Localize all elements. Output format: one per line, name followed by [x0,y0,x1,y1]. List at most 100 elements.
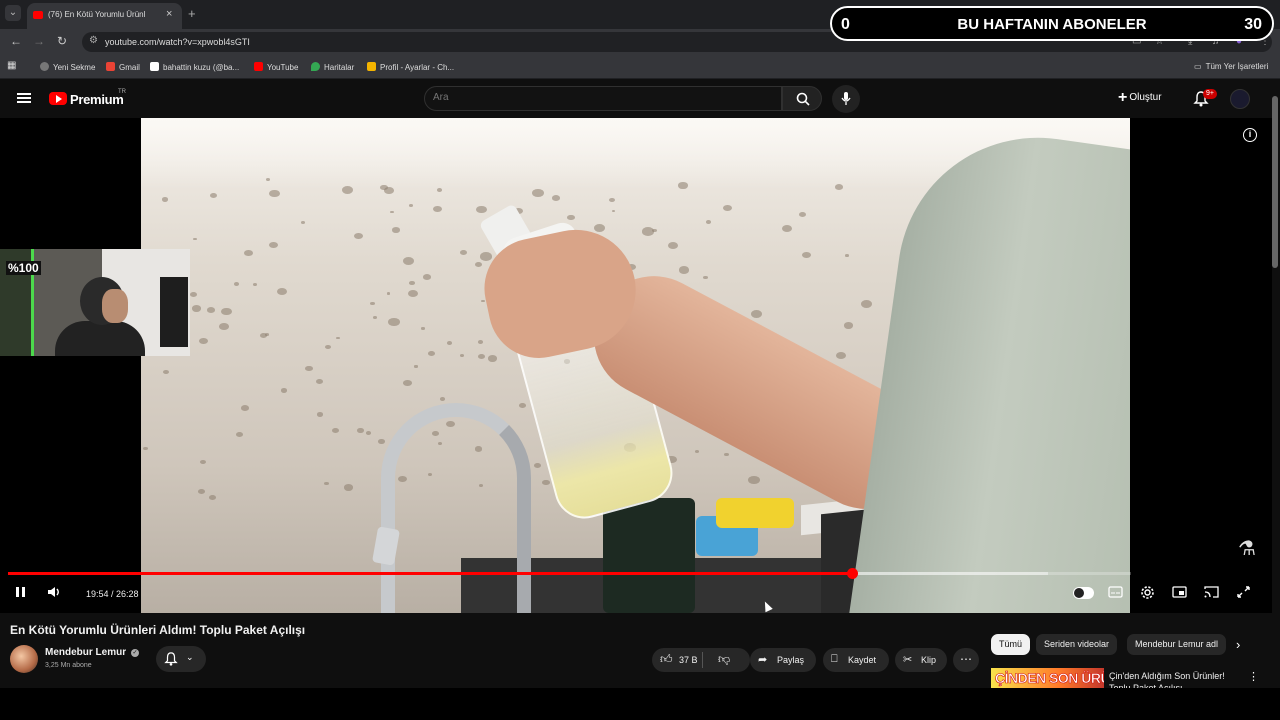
channel-name[interactable]: Mendebur Lemur [45,647,126,658]
share-button[interactable]: ➦ Paylaş [750,648,816,672]
forward-icon[interactable]: → [33,34,45,48]
bookmark-new-tab[interactable]: Yeni Sekme [40,62,95,72]
search-box[interactable] [424,86,782,111]
bottom-edge [0,688,1280,720]
voice-search-button[interactable] [832,85,860,113]
terrazzo-speck [519,402,526,408]
terrazzo-speck [781,224,793,232]
bookmark-youtube[interactable]: YouTube [254,62,298,72]
hamburger-menu-icon[interactable] [17,93,31,103]
brand-region: TR [118,89,126,95]
site-info-icon[interactable]: ⚙ [89,35,98,46]
info-icon[interactable]: i [1243,128,1257,142]
fullscreen-icon[interactable] [1236,585,1251,599]
bookmarks-bar: ▦ Yeni Sekme Gmail bahattin kuzu (@ba...… [0,55,1280,79]
youtube-favicon-icon [33,11,43,19]
chip-all[interactable]: Tümü [991,634,1031,655]
recommended-thumbnail[interactable]: ÇİNDEN SON ÜRÜNLER [991,668,1104,688]
terrazzo-speck [750,309,763,318]
terrazzo-speck [844,254,849,257]
youtube-brand[interactable]: Premium [70,92,124,107]
terrazzo-speck [378,439,386,445]
browser-tab[interactable]: (76) En Kötü Yorumlu Ürünl × [27,3,182,29]
youtube-icon [254,62,263,71]
terrazzo-speck [798,212,807,218]
terrazzo-speck [421,327,425,330]
settings-gear-icon[interactable] [1140,585,1155,600]
bookmark-x[interactable]: bahattin kuzu (@ba... [150,62,239,72]
terrazzo-speck [723,452,730,457]
terrazzo-speck [459,249,468,256]
chip-series[interactable]: Seriden videolar [1036,634,1118,655]
terrazzo-speck [208,494,216,500]
terrazzo-speck [477,340,484,344]
terrazzo-speck [365,430,372,435]
apps-grid-icon[interactable]: ▦ [7,60,16,71]
tab-close-icon[interactable]: × [166,8,172,20]
channel-avatar[interactable] [10,645,38,673]
terrazzo-speck [209,193,217,199]
subscriber-overlay: 0 BU HAFTANIN ABONELER 30 [830,6,1274,41]
terrazzo-speck [161,197,168,202]
thumbnail-text: ÇİNDEN SON ÜRÜNLER [995,670,1104,687]
terrazzo-speck [354,232,364,239]
terrazzo-speck [244,249,254,256]
pause-icon[interactable] [14,585,27,599]
bookmark-profile[interactable]: Profil - Ayarlar - Ch... [367,62,454,72]
terrazzo-speck [801,251,811,258]
subscribed-button[interactable]: ⌄ [156,646,206,672]
played-bar [8,572,853,575]
progress-bar[interactable] [8,568,1131,579]
bookmark-gmail[interactable]: Gmail [106,62,140,72]
terrazzo-speck [163,370,170,375]
webcam-person-body [55,321,145,356]
autoplay-toggle[interactable] [1073,587,1094,599]
bookmark-maps[interactable]: Haritalar [311,62,354,72]
terrazzo-speck [843,321,854,329]
clip-label: Klip [921,655,937,665]
miniplayer-icon[interactable] [1172,585,1187,599]
terrazzo-speck [390,210,395,214]
terrazzo-speck [446,341,452,345]
new-tab-button[interactable]: + [188,6,196,21]
channel-watermark-icon[interactable]: ⚗ [1238,536,1256,561]
subtitles-icon[interactable] [1108,585,1123,599]
url-text: youtube.com/watch?v=xpwobl4sGTI [105,37,250,47]
cast-icon[interactable] [1204,585,1219,599]
terrazzo-speck [336,336,340,340]
reload-icon[interactable]: ↻ [57,34,67,48]
bookmark-label: Yeni Sekme [53,63,96,72]
chevron-right-icon[interactable]: › [1236,637,1240,652]
back-icon[interactable]: ← [10,34,22,48]
terrazzo-speck [705,220,711,224]
tab-search-icon[interactable]: ⌄ [5,5,21,21]
video-frame[interactable] [141,118,1130,613]
terrazzo-speck [836,352,847,360]
terrazzo-speck [241,404,250,411]
terrazzo-speck [199,459,206,465]
search-input[interactable] [433,92,763,103]
account-avatar[interactable] [1230,89,1250,109]
like-count[interactable]: 37 B [679,655,698,665]
save-button[interactable]: ⎕ Kaydet [823,648,889,672]
all-bookmarks[interactable]: ▭ Tüm Yer İşaretleri [1194,62,1268,71]
sleeve [846,119,1130,613]
youtube-logo-icon[interactable] [49,92,67,105]
create-button[interactable]: + Oluştur [1118,89,1162,109]
volume-icon[interactable] [47,585,62,599]
clip-button[interactable]: ✂ Klip [895,648,947,672]
more-horiz-icon: ⋯ [960,652,972,666]
terrazzo-speck [542,479,551,486]
search-button[interactable] [782,86,822,111]
terrazzo-speck [487,355,498,362]
soap-dispenser [603,498,695,613]
terrazzo-speck [269,242,279,249]
scissors-icon: ✂ [903,654,913,666]
video-player[interactable]: %100 i ⚗ 19:54 / 26:28 [0,118,1272,613]
chip-channel[interactable]: Mendebur Lemur adl [1127,634,1227,655]
like-icon[interactable]: 👍︎ [660,652,673,667]
more-vert-icon[interactable]: ⋮ [1248,670,1259,683]
scrollbar-thumb[interactable] [1272,96,1278,268]
dislike-icon[interactable]: 👎︎ [718,652,730,667]
more-actions-button[interactable]: ⋯ [953,648,979,672]
